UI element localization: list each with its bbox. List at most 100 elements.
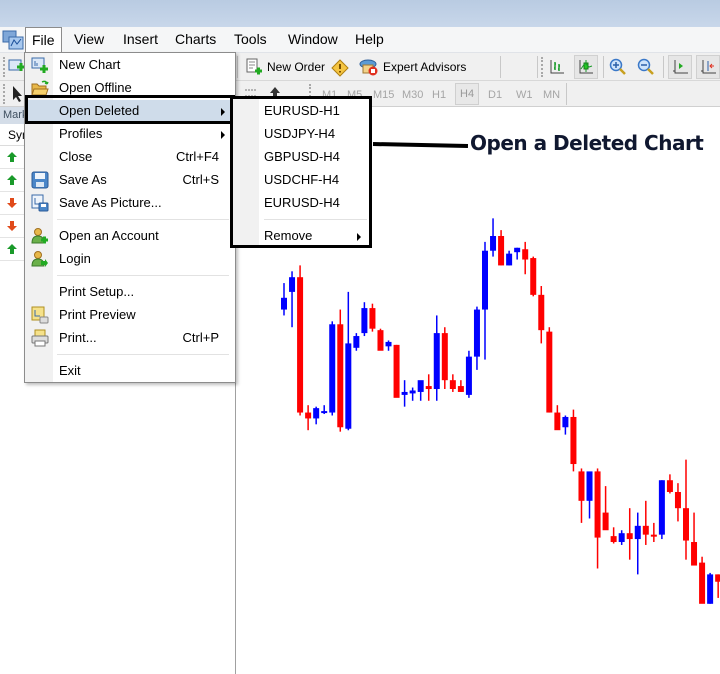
- menu-item-label: Open Offline: [59, 80, 132, 95]
- candle: [345, 291, 352, 431]
- candle: [369, 303, 376, 332]
- menu-item-print[interactable]: Print... Ctrl+P: [27, 327, 233, 349]
- menu-item-open-deleted[interactable]: Open Deleted: [27, 100, 233, 122]
- candle: [281, 283, 287, 316]
- menu-item-shortcut: Ctrl+S: [182, 172, 219, 187]
- menu-item-label: Open an Account: [59, 228, 159, 243]
- deleted-chart-item[interactable]: GBPUSD-H4: [233, 146, 369, 168]
- candle: [506, 250, 513, 266]
- candle-body: [650, 534, 657, 537]
- candle: [618, 530, 625, 545]
- menu-item-print-setup[interactable]: Print Setup...: [27, 281, 233, 303]
- candle: [578, 468, 585, 523]
- candle-body: [594, 471, 601, 538]
- menu-item-open-account[interactable]: Open an Account: [27, 225, 233, 247]
- candle-body: [522, 249, 529, 260]
- candle-body: [618, 533, 625, 543]
- candle-body: [546, 331, 553, 413]
- menu-item-label: Login: [59, 251, 91, 266]
- candle-body: [498, 236, 505, 266]
- candle: [602, 486, 609, 531]
- candle: [393, 344, 400, 398]
- candle: [610, 527, 617, 544]
- menu-item-login[interactable]: Login: [27, 248, 233, 270]
- deleted-chart-item[interactable]: EURUSD-H4: [233, 192, 369, 214]
- candle: [514, 247, 521, 260]
- candle-body: [610, 536, 617, 543]
- candle-body: [602, 512, 609, 531]
- candle: [337, 309, 344, 432]
- menu-item-profiles[interactable]: Profiles: [27, 123, 233, 145]
- candle-body: [313, 408, 320, 419]
- candle-body: [457, 386, 464, 392]
- candle-body: [321, 411, 328, 414]
- login-icon: [31, 251, 48, 267]
- deleted-chart-item[interactable]: USDJPY-H4: [233, 123, 369, 145]
- candle: [715, 574, 720, 598]
- candle-body: [570, 416, 577, 465]
- candle-body: [361, 308, 368, 334]
- candle: [691, 512, 698, 566]
- menu-item-new-chart[interactable]: New Chart: [27, 54, 233, 76]
- candle: [650, 522, 657, 543]
- candle-body: [586, 471, 593, 501]
- remove-menu-item[interactable]: Remove: [233, 225, 369, 247]
- submenu-arrow-icon: [221, 108, 225, 116]
- metatrader-window: File View Insert Charts Tools Window Hel…: [0, 0, 720, 674]
- candle: [297, 265, 304, 416]
- candle-body: [626, 533, 633, 540]
- candle: [289, 271, 296, 328]
- menu-item-exit[interactable]: Exit: [27, 360, 233, 382]
- candle: [498, 230, 505, 266]
- candle: [546, 327, 553, 413]
- candle: [457, 380, 464, 392]
- deleted-chart-label: GBPUSD-H4: [264, 149, 340, 164]
- candle-body: [642, 525, 649, 535]
- candle: [353, 333, 360, 351]
- candle: [562, 415, 569, 435]
- candle: [482, 241, 488, 360]
- menu-item-open-offline[interactable]: Open Offline: [27, 77, 233, 99]
- menu-item-close[interactable]: Close Ctrl+F4: [27, 146, 233, 168]
- candle: [554, 405, 561, 431]
- new-chart-icon: [31, 57, 48, 73]
- candle-body: [699, 562, 706, 604]
- candle-body: [465, 356, 472, 395]
- candle: [329, 321, 336, 416]
- menu-separator: [57, 275, 229, 276]
- candle-body: [281, 297, 287, 310]
- menu-item-save-as-picture[interactable]: Save As Picture...: [27, 192, 233, 214]
- candle: [642, 500, 649, 545]
- candle: [490, 218, 497, 257]
- menu-item-save-as[interactable]: Save As Ctrl+S: [27, 169, 233, 191]
- menu-item-shortcut: Ctrl+P: [182, 330, 219, 345]
- candle-body: [473, 309, 480, 357]
- menu-item-print-preview[interactable]: Print Preview: [27, 304, 233, 326]
- candle: [522, 241, 529, 275]
- candle-body: [674, 491, 681, 509]
- candle-body: [514, 247, 521, 253]
- candle-body: [369, 308, 376, 329]
- candle-body: [385, 341, 392, 347]
- candle: [626, 508, 633, 560]
- candle: [570, 409, 577, 472]
- deleted-chart-item[interactable]: EURUSD-H1: [233, 100, 369, 122]
- candle-body: [530, 258, 537, 295]
- printer-icon: [31, 329, 49, 347]
- candle-body: [377, 330, 384, 351]
- deleted-chart-label: USDJPY-H4: [264, 126, 336, 141]
- candle: [321, 405, 328, 415]
- submenu-arrow-icon: [357, 233, 361, 241]
- candle-body: [554, 412, 561, 431]
- candle-body: [707, 574, 714, 604]
- candle: [634, 512, 641, 575]
- candle-body: [425, 386, 432, 390]
- annotation-label: Open a Deleted Chart: [470, 131, 704, 155]
- file-menu-dropdown: New Chart Open Offline Open Deleted Prof…: [24, 52, 236, 383]
- deleted-chart-item[interactable]: USDCHF-H4: [233, 169, 369, 191]
- candle: [361, 302, 368, 337]
- candle-body: [634, 525, 641, 540]
- candle: [385, 340, 392, 351]
- candle-body: [666, 480, 673, 492]
- menu-item-shortcut: Ctrl+F4: [176, 149, 219, 164]
